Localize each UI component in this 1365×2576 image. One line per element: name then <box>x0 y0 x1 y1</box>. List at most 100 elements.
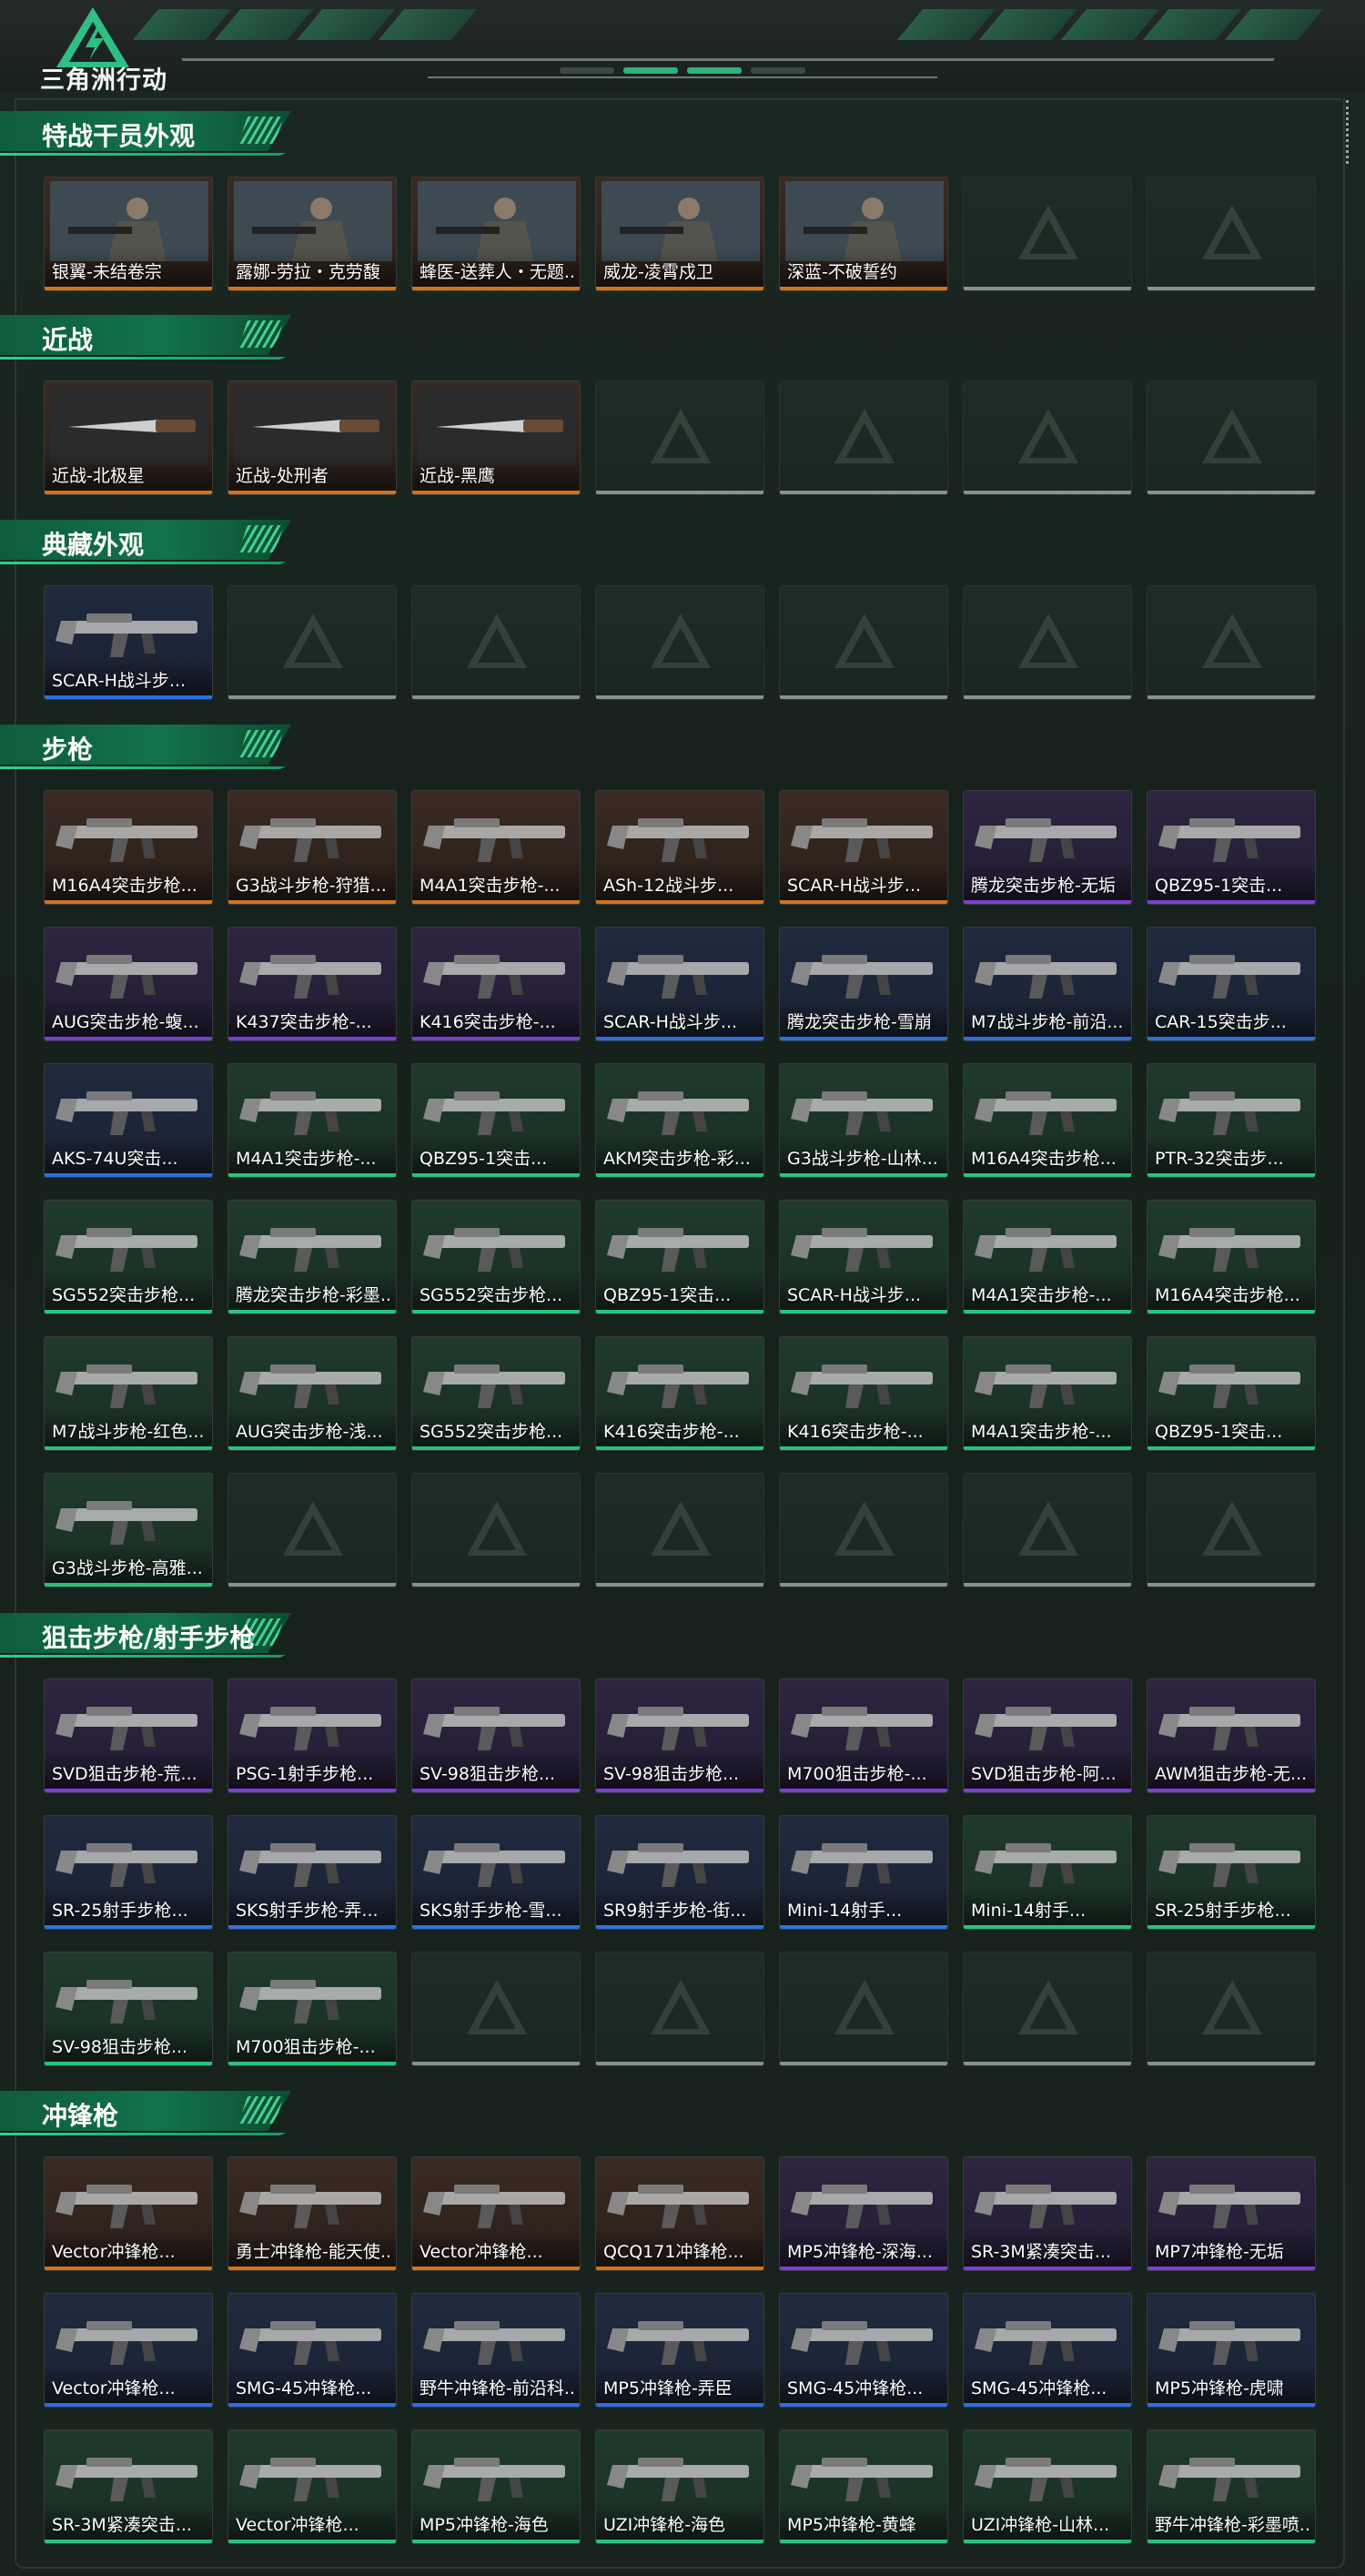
item-card[interactable]: K416突击步枪-... <box>595 1336 764 1451</box>
item-card[interactable]: 近战-黑鹰 <box>411 380 581 495</box>
item-card[interactable]: QCQ171冲锋枪... <box>595 2156 764 2271</box>
item-card[interactable]: MP7冲锋枪-无垢 <box>1147 2156 1316 2271</box>
item-card[interactable]: M16A4突击步枪... <box>963 1063 1132 1178</box>
item-card[interactable]: 野牛冲锋枪-前沿科... <box>411 2293 581 2408</box>
empty-slot-logo-icon <box>1018 1980 1078 2034</box>
item-card[interactable]: SV-98狙击步枪... <box>411 1678 581 1793</box>
item-card[interactable]: UZI冲锋枪-海色 <box>595 2429 764 2544</box>
item-card[interactable]: 威龙-凌霄戍卫 <box>595 177 764 291</box>
item-card[interactable]: M700狙击步枪-... <box>228 1952 397 2066</box>
item-card[interactable]: K416突击步枪-... <box>411 927 581 1041</box>
item-card[interactable]: 腾龙突击步枪-无垢 <box>963 790 1132 905</box>
item-card[interactable]: ASh-12战斗步... <box>595 790 764 905</box>
item-card[interactable]: G3战斗步枪-狩猎... <box>228 790 397 905</box>
item-card[interactable]: SR9射手步枪-街... <box>595 1815 764 1930</box>
item-card[interactable]: 勇士冲锋枪-能天使... <box>228 2156 397 2271</box>
item-card[interactable]: M4A1突击步枪-... <box>963 1200 1132 1314</box>
item-card[interactable]: SMG-45冲锋枪... <box>779 2293 948 2408</box>
item-card[interactable]: 腾龙突击步枪-彩墨... <box>228 1200 397 1314</box>
item-card[interactable]: MP5冲锋枪-弄臣 <box>595 2293 764 2408</box>
item-card[interactable]: AKS-74U突击... <box>44 1063 213 1178</box>
item-card[interactable]: SVD狙击步枪-荒... <box>44 1678 213 1793</box>
item-card[interactable]: M16A4突击步枪... <box>1147 1200 1316 1314</box>
item-card[interactable]: SMG-45冲锋枪... <box>228 2293 397 2408</box>
item-card[interactable]: CAR-15突击步... <box>1147 927 1316 1041</box>
item-card[interactable]: 露娜-劳拉・克劳馥 <box>228 177 397 291</box>
pager-dot-active[interactable] <box>687 67 742 74</box>
rarity-bar <box>596 900 763 904</box>
item-card[interactable]: K416突击步枪-... <box>779 1336 948 1451</box>
item-card[interactable]: SVD狙击步枪-阿... <box>963 1678 1132 1793</box>
item-label: M4A1突击步枪-... <box>420 876 561 896</box>
item-card[interactable]: AUG突击步枪-浅... <box>228 1336 397 1451</box>
item-card[interactable]: AWM狙击步枪-无... <box>1147 1678 1316 1793</box>
pager-dot[interactable] <box>560 67 614 74</box>
item-card[interactable]: AKM突击步枪-彩... <box>595 1063 764 1178</box>
empty-slot-logo-icon <box>1202 614 1262 668</box>
item-card[interactable]: 近战-北极星 <box>44 380 213 495</box>
item-card[interactable]: Vector冲锋枪... <box>411 2156 581 2271</box>
item-card[interactable]: 蜂医-送葬人・无题... <box>411 177 581 291</box>
item-card[interactable]: M4A1突击步枪-... <box>228 1063 397 1178</box>
empty-slot-bar <box>1148 1583 1315 1587</box>
empty-slot <box>228 585 397 700</box>
item-card[interactable]: MP5冲锋枪-海色 <box>411 2429 581 2544</box>
item-card[interactable]: PSG-1射手步枪... <box>228 1678 397 1793</box>
item-card[interactable]: M4A1突击步枪-... <box>963 1336 1132 1451</box>
item-card[interactable]: 深蓝-不破誓约 <box>779 177 948 291</box>
item-card[interactable]: M16A4突击步枪... <box>44 790 213 905</box>
item-card[interactable]: SR-25射手步枪... <box>44 1815 213 1930</box>
item-card[interactable]: M700狙击步枪-... <box>779 1678 948 1793</box>
item-card[interactable]: G3战斗步枪-山林... <box>779 1063 948 1178</box>
rarity-bar <box>412 1037 580 1040</box>
item-card[interactable]: SKS射手步枪-雪... <box>411 1815 581 1930</box>
item-card[interactable]: PTR-32突击步... <box>1147 1063 1316 1178</box>
item-card[interactable]: M7战斗步枪-红色... <box>44 1336 213 1451</box>
item-card[interactable]: 银翼-未结卷宗 <box>44 177 213 291</box>
item-card[interactable]: 腾龙突击步枪-雪崩 <box>779 927 948 1041</box>
item-card[interactable]: SV-98狙击步枪... <box>595 1678 764 1793</box>
rarity-bar <box>964 900 1131 904</box>
item-card[interactable]: AUG突击步枪-蝮... <box>44 927 213 1041</box>
item-label: SKS射手步枪-雪... <box>420 1901 562 1921</box>
item-card[interactable]: M4A1突击步枪-... <box>411 790 581 905</box>
item-card[interactable]: Vector冲锋枪... <box>44 2156 213 2271</box>
item-card[interactable]: SMG-45冲锋枪... <box>963 2293 1132 2408</box>
scroll-indicator[interactable] <box>1346 100 1354 164</box>
item-card[interactable]: SR-3M紧凑突击... <box>963 2156 1132 2271</box>
item-card[interactable]: SCAR-H战斗步... <box>779 790 948 905</box>
item-card[interactable]: SR-25射手步枪... <box>1147 1815 1316 1930</box>
item-card[interactable]: QBZ95-1突击... <box>411 1063 581 1178</box>
item-card[interactable]: Vector冲锋枪... <box>228 2429 397 2544</box>
item-card[interactable]: Vector冲锋枪... <box>44 2293 213 2408</box>
item-card[interactable]: MP5冲锋枪-黄蜂 <box>779 2429 948 2544</box>
pager-dot[interactable] <box>751 67 805 74</box>
item-card[interactable]: SV-98狙击步枪... <box>44 1952 213 2066</box>
item-card[interactable]: K437突击步枪-... <box>228 927 397 1041</box>
item-card[interactable]: MP5冲锋枪-深海... <box>779 2156 948 2271</box>
item-card[interactable]: QBZ95-1突击... <box>1147 790 1316 905</box>
item-card[interactable]: SG552突击步枪... <box>44 1200 213 1314</box>
item-card[interactable]: UZI冲锋枪-山林... <box>963 2429 1132 2544</box>
item-card[interactable]: SKS射手步枪-弄... <box>228 1815 397 1930</box>
weapon-image <box>239 1707 381 1750</box>
item-card[interactable]: M7战斗步枪-前沿... <box>963 927 1132 1041</box>
weapon-image <box>1158 1707 1300 1750</box>
item-card[interactable]: MP5冲锋枪-虎啸 <box>1147 2293 1316 2408</box>
item-card[interactable]: SCAR-H战斗步... <box>44 585 213 700</box>
item-card[interactable]: 近战-处刑者 <box>228 380 397 495</box>
item-card[interactable]: SR-3M紧凑突击... <box>44 2429 213 2544</box>
item-card[interactable]: 野牛冲锋枪-彩墨喷... <box>1147 2429 1316 2544</box>
rarity-bar <box>228 2267 396 2270</box>
item-card[interactable]: QBZ95-1突击... <box>1147 1336 1316 1451</box>
item-card[interactable]: SCAR-H战斗步... <box>779 1200 948 1314</box>
item-card[interactable]: QBZ95-1突击... <box>595 1200 764 1314</box>
item-card[interactable]: SG552突击步枪... <box>411 1336 581 1451</box>
item-card[interactable]: Mini-14射手... <box>963 1815 1132 1930</box>
pager-dot-active[interactable] <box>623 67 678 74</box>
item-card[interactable]: G3战斗步枪-高雅... <box>44 1473 213 1587</box>
item-card[interactable]: SG552突击步枪... <box>411 1200 581 1314</box>
empty-slot-bar <box>412 695 580 699</box>
item-card[interactable]: SCAR-H战斗步... <box>595 927 764 1041</box>
item-card[interactable]: Mini-14射手... <box>779 1815 948 1930</box>
